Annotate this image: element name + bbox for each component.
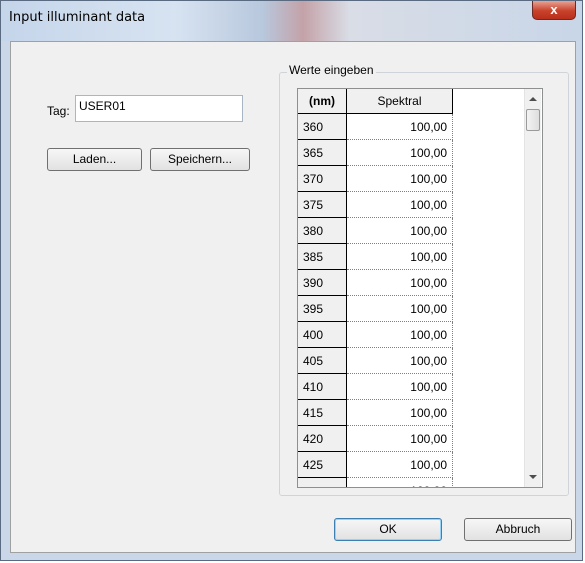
spectral-value-cell[interactable]: 100,00 [347, 218, 453, 244]
table-row: 400 100,00 [298, 322, 453, 348]
spectral-value-cell[interactable]: 100,00 [347, 348, 453, 374]
scroll-thumb[interactable] [526, 109, 540, 131]
wavelength-cell: 380 [298, 218, 347, 244]
table-row: 380 100,00 [298, 218, 453, 244]
table-row: 405 100,00 [298, 348, 453, 374]
table-row: 410 100,00 [298, 374, 453, 400]
dialog-client-area: Tag: USER01 Laden... Speichern... Werte … [10, 41, 576, 553]
wavelength-cell [298, 478, 347, 487]
wavelength-cell: 390 [298, 270, 347, 296]
grid-scrollbar[interactable] [524, 89, 541, 487]
table-row: 360 100,00 [298, 114, 453, 140]
load-button[interactable]: Laden... [47, 148, 142, 171]
wavelength-cell: 400 [298, 322, 347, 348]
spectral-value-cell[interactable]: 100,00 [347, 426, 453, 452]
spectral-value-cell[interactable]: 100,00 [347, 400, 453, 426]
ok-button[interactable]: OK [334, 518, 442, 541]
scroll-up-arrow-icon[interactable] [529, 97, 537, 101]
cancel-button[interactable]: Abbruch [464, 518, 572, 541]
wavelength-cell: 385 [298, 244, 347, 270]
close-button[interactable]: x [532, 1, 576, 20]
header-spectral: Spektral [347, 89, 453, 114]
window-title: Input illuminant data [9, 10, 146, 25]
wavelength-cell: 410 [298, 374, 347, 400]
table-row: 425 100,00 [298, 452, 453, 478]
wavelength-cell: 395 [298, 296, 347, 322]
spectral-value-cell[interactable]: 100,00 [347, 166, 453, 192]
values-group-label: Werte eingeben [287, 63, 376, 77]
spectral-value-cell[interactable]: 100,00 [347, 322, 453, 348]
spectral-value-cell[interactable]: 100,00 [347, 140, 453, 166]
wavelength-cell: 420 [298, 426, 347, 452]
save-button[interactable]: Speichern... [150, 148, 250, 171]
grid-header: (nm) Spektral [298, 89, 453, 114]
table-row: 365 100,00 [298, 140, 453, 166]
table-row: 420 100,00 [298, 426, 453, 452]
spectral-value-cell[interactable]: 100,00 [347, 244, 453, 270]
table-row: 385 100,00 [298, 244, 453, 270]
wavelength-cell: 415 [298, 400, 347, 426]
spectral-value-cell[interactable]: 100,00 [347, 374, 453, 400]
wavelength-cell: 365 [298, 140, 347, 166]
scroll-down-arrow-icon[interactable] [529, 475, 537, 479]
wavelength-cell: 425 [298, 452, 347, 478]
table-row: 415 100,00 [298, 400, 453, 426]
table-row: 100,00 [298, 478, 453, 487]
dialog-window: Input illuminant data x Tag: USER01 Lade… [0, 0, 583, 561]
spectral-grid[interactable]: (nm) Spektral 360 100,00 365 100,00 370 … [297, 88, 543, 488]
wavelength-cell: 370 [298, 166, 347, 192]
title-bar[interactable]: Input illuminant data x [1, 1, 582, 41]
tag-input[interactable]: USER01 [75, 95, 243, 122]
header-wavelength: (nm) [298, 89, 347, 114]
wavelength-cell: 360 [298, 114, 347, 140]
spectral-value-cell[interactable]: 100,00 [347, 478, 453, 487]
table-row: 390 100,00 [298, 270, 453, 296]
wavelength-cell: 375 [298, 192, 347, 218]
spectral-value-cell[interactable]: 100,00 [347, 192, 453, 218]
table-row: 375 100,00 [298, 192, 453, 218]
spectral-value-cell[interactable]: 100,00 [347, 270, 453, 296]
spectral-value-cell[interactable]: 100,00 [347, 296, 453, 322]
spectral-value-cell[interactable]: 100,00 [347, 114, 453, 140]
table-row: 395 100,00 [298, 296, 453, 322]
spectral-value-cell[interactable]: 100,00 [347, 452, 453, 478]
tag-label: Tag: [47, 104, 70, 118]
table-row: 370 100,00 [298, 166, 453, 192]
wavelength-cell: 405 [298, 348, 347, 374]
